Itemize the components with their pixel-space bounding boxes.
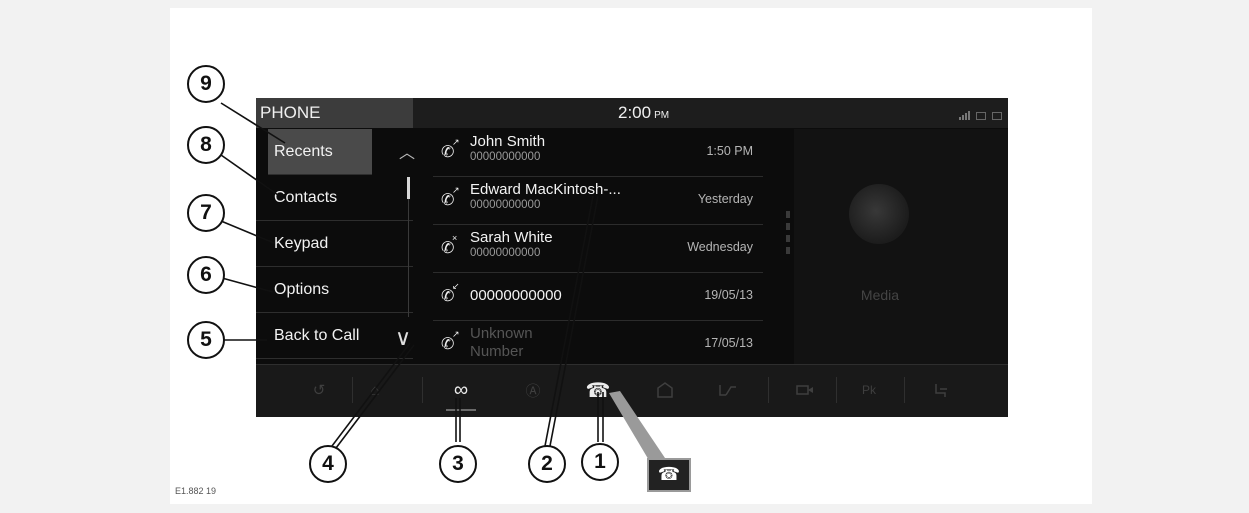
callout-8: 8 (187, 126, 225, 164)
end-call-icon-inset: ☎ (647, 458, 691, 492)
callout-5: 5 (187, 321, 225, 359)
callout-9: 9 (187, 65, 225, 103)
callout-6: 6 (187, 256, 225, 294)
zoom-wedge (609, 391, 665, 462)
callout-3: 3 (439, 445, 477, 483)
callout-7: 7 (187, 194, 225, 232)
callout-2: 2 (528, 445, 566, 483)
callout-1: 1 (581, 443, 619, 481)
callout-4: 4 (309, 445, 347, 483)
